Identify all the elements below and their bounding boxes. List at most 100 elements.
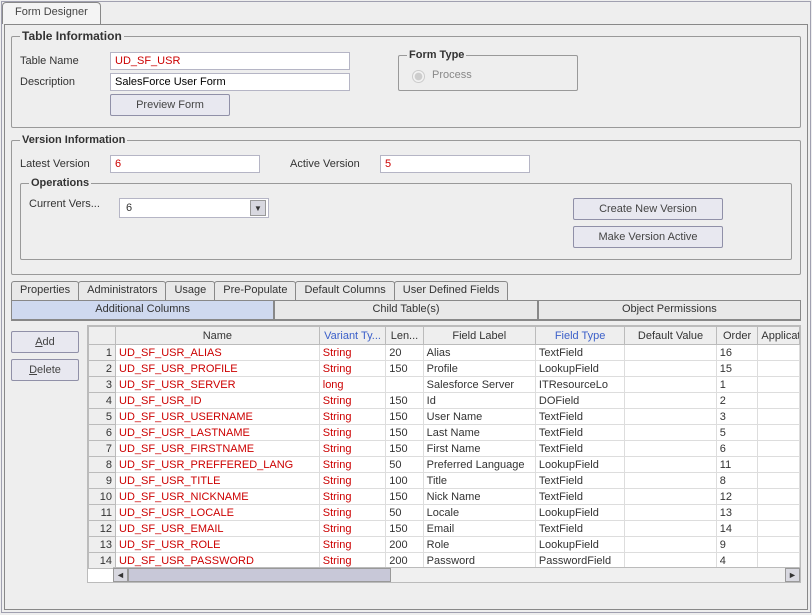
cell[interactable]: 150	[386, 489, 423, 505]
cell[interactable]: UD_SF_USR_TITLE	[116, 473, 320, 489]
tab-administrators[interactable]: Administrators	[78, 281, 166, 300]
cell[interactable]: 150	[386, 393, 423, 409]
current-version-select[interactable]: 6 ▼	[119, 198, 269, 218]
table-name-input[interactable]	[110, 52, 350, 70]
cell[interactable]: 150	[386, 361, 423, 377]
table-row[interactable]: 7UD_SF_USR_FIRSTNAMEString150First NameT…	[89, 441, 800, 457]
cell[interactable]: UD_SF_USR_ROLE	[116, 537, 320, 553]
cell[interactable]	[386, 377, 423, 393]
cell[interactable]: Alias	[423, 345, 535, 361]
cell[interactable]: UD_SF_USR_PROFILE	[116, 361, 320, 377]
cell[interactable]	[625, 457, 716, 473]
table-row[interactable]: 3UD_SF_USR_SERVERlongSalesforce ServerIT…	[89, 377, 800, 393]
cell[interactable]: UD_SF_USR_ID	[116, 393, 320, 409]
cell[interactable]: TextField	[535, 521, 624, 537]
cell[interactable]	[758, 489, 800, 505]
table-row[interactable]: 9UD_SF_USR_TITLEString100TitleTextField 8	[89, 473, 800, 489]
tab-properties[interactable]: Properties	[11, 281, 79, 300]
cell[interactable]	[758, 441, 800, 457]
cell[interactable]: LookupField	[535, 505, 624, 521]
tab-default-columns[interactable]: Default Columns	[295, 281, 394, 300]
cell[interactable]: Id	[423, 393, 535, 409]
cell[interactable]: 12	[716, 489, 758, 505]
cell[interactable]	[625, 473, 716, 489]
cell[interactable]: UD_SF_USR_LOCALE	[116, 505, 320, 521]
cell[interactable]: 8	[716, 473, 758, 489]
cell[interactable]: UD_SF_USR_EMAIL	[116, 521, 320, 537]
column-header[interactable]: Variant Ty...	[319, 327, 386, 345]
cell[interactable]: TextField	[535, 441, 624, 457]
cell[interactable]: UD_SF_USR_SERVER	[116, 377, 320, 393]
create-new-version-button[interactable]: Create New Version	[573, 198, 723, 220]
cell[interactable]	[625, 521, 716, 537]
cell[interactable]: 15	[716, 361, 758, 377]
cell[interactable]: 13	[716, 505, 758, 521]
cell[interactable]: Title	[423, 473, 535, 489]
table-row[interactable]: 2UD_SF_USR_PROFILEString150ProfileLookup…	[89, 361, 800, 377]
cell[interactable]	[758, 473, 800, 489]
table-row[interactable]: 5UD_SF_USR_USERNAMEString150User NameTex…	[89, 409, 800, 425]
cell[interactable]: 1	[89, 345, 116, 361]
cell[interactable]: TextField	[535, 489, 624, 505]
cell[interactable]	[758, 457, 800, 473]
cell[interactable]: 12	[89, 521, 116, 537]
cell[interactable]: DOField	[535, 393, 624, 409]
cell[interactable]: 100	[386, 473, 423, 489]
cell[interactable]	[758, 505, 800, 521]
tab-usage[interactable]: Usage	[165, 281, 215, 300]
cell[interactable]: Salesforce Server	[423, 377, 535, 393]
cell[interactable]: UD_SF_USR_NICKNAME	[116, 489, 320, 505]
cell[interactable]: String	[319, 393, 386, 409]
cell[interactable]: 2	[89, 361, 116, 377]
cell[interactable]: 9	[89, 473, 116, 489]
cell[interactable]	[625, 489, 716, 505]
scroll-thumb[interactable]	[128, 568, 391, 582]
cell[interactable]	[625, 505, 716, 521]
cell[interactable]: First Name	[423, 441, 535, 457]
cell[interactable]: UD_SF_USR_USERNAME	[116, 409, 320, 425]
cell[interactable]: 50	[386, 505, 423, 521]
cell[interactable]: 6	[89, 425, 116, 441]
tab-form-designer[interactable]: Form Designer	[2, 2, 101, 24]
cell[interactable]: 5	[716, 425, 758, 441]
table-row[interactable]: 1UD_SF_USR_ALIASString20AliasTextField16	[89, 345, 800, 361]
scroll-left-icon[interactable]: ◄	[113, 568, 128, 582]
cell[interactable]: 16	[716, 345, 758, 361]
description-input[interactable]	[110, 73, 350, 91]
cell[interactable]: String	[319, 505, 386, 521]
preview-form-button[interactable]: Preview Form	[110, 94, 230, 116]
cell[interactable]: LookupField	[535, 537, 624, 553]
cell[interactable]: TextField	[535, 409, 624, 425]
subtab-additional-columns[interactable]: Additional Columns	[11, 301, 274, 320]
subtab-object-permissions[interactable]: Object Permissions	[538, 301, 801, 320]
cell[interactable]: Role	[423, 537, 535, 553]
cell[interactable]: Nick Name	[423, 489, 535, 505]
cell[interactable]: UD_SF_USR_PREFFERED_LANG	[116, 457, 320, 473]
cell[interactable]: String	[319, 473, 386, 489]
cell[interactable]: String	[319, 345, 386, 361]
cell[interactable]: 13	[89, 537, 116, 553]
cell[interactable]: ITResourceLo	[535, 377, 624, 393]
cell[interactable]: 5	[89, 409, 116, 425]
cell[interactable]: 2	[716, 393, 758, 409]
column-header[interactable]: Applicat	[758, 327, 800, 345]
cell[interactable]: 10	[89, 489, 116, 505]
cell[interactable]: TextField	[535, 473, 624, 489]
column-header[interactable]	[89, 327, 116, 345]
tab-pre-populate[interactable]: Pre-Populate	[214, 281, 296, 300]
columns-table[interactable]: NameVariant Ty...Len...Field LabelField …	[87, 325, 801, 583]
cell[interactable]: 150	[386, 425, 423, 441]
table-row[interactable]: 8UD_SF_USR_PREFFERED_LANGString50Preferr…	[89, 457, 800, 473]
table-row[interactable]: 11UD_SF_USR_LOCALEString50LocaleLookupFi…	[89, 505, 800, 521]
cell[interactable]: String	[319, 521, 386, 537]
cell[interactable]: LookupField	[535, 361, 624, 377]
horizontal-scrollbar[interactable]: ◄ ►	[113, 567, 800, 582]
cell[interactable]: 1	[716, 377, 758, 393]
column-header[interactable]: Field Label	[423, 327, 535, 345]
cell[interactable]	[758, 345, 800, 361]
cell[interactable]	[758, 537, 800, 553]
cell[interactable]: 150	[386, 409, 423, 425]
cell[interactable]	[758, 521, 800, 537]
cell[interactable]: String	[319, 409, 386, 425]
cell[interactable]: String	[319, 441, 386, 457]
